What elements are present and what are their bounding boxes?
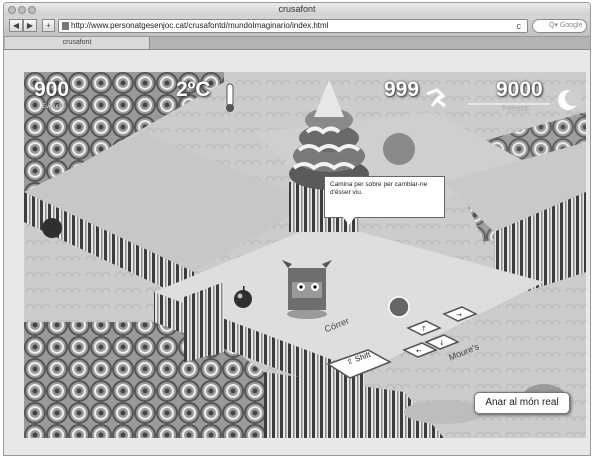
thermometer-icon (226, 84, 236, 114)
back-button[interactable]: ◀ (9, 19, 23, 32)
address-bar[interactable]: http://www.personatgesenjoc.cat/crusafon… (58, 19, 528, 33)
window-title: crusafont (278, 4, 316, 14)
moon-icon (558, 88, 580, 110)
runner-icon (424, 84, 448, 108)
add-bookmark-button[interactable]: + (42, 19, 55, 32)
title-bar: crusafont (4, 3, 590, 16)
toolbar: ◀ ▶ + http://www.personatgesenjoc.cat/cr… (4, 16, 590, 37)
temperature-value: 2ºC (176, 78, 211, 101)
evolucio-label: Evolució (42, 104, 65, 110)
search-field[interactable]: Q▾ Google (532, 19, 587, 33)
control-badge-icon[interactable] (388, 296, 410, 318)
apple-icon[interactable] (233, 286, 253, 308)
hint-tooltip: Camina per sobre per cambiar-ne d'ésser … (324, 176, 445, 225)
evolucio-value: 900 (34, 78, 70, 101)
game-canvas[interactable]: ↑ → ↓ ← 900 Evolució 2ºC 999 9000 Puntua… (24, 72, 586, 438)
go-to-real-world-button[interactable]: Anar al món real (474, 392, 570, 414)
reload-icon[interactable]: c (517, 20, 522, 32)
tab-crusafont[interactable]: crusafont (5, 37, 150, 49)
player-character[interactable] (286, 260, 328, 312)
tab-bar: crusafont (4, 37, 590, 50)
page-content: ↑ → ↓ ← 900 Evolució 2ºC 999 9000 Puntua… (4, 50, 590, 455)
browser-window: crusafont ◀ ▶ + http://www.personatgesen… (3, 2, 591, 456)
game-scene: ↑ → ↓ ← (24, 72, 586, 438)
score-label: Puntuació (502, 106, 529, 112)
arrow-keys[interactable] (404, 318, 478, 360)
steps-value: 999 (384, 78, 420, 101)
site-favicon-icon (62, 22, 69, 30)
apple-icon[interactable] (43, 218, 63, 238)
score-value: 9000 (496, 78, 543, 101)
forward-button[interactable]: ▶ (23, 19, 37, 32)
url-text: http://www.personatgesenjoc.cat/crusafon… (71, 21, 329, 30)
search-placeholder: Q▾ Google (549, 22, 583, 29)
